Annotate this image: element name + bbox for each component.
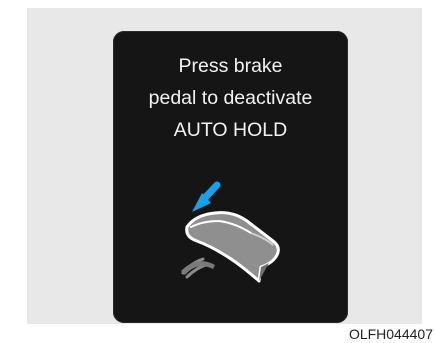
cluster-display: Press brake pedal to deactivate AUTO HOL… (113, 31, 348, 323)
foot-on-brake-pedal-icon (181, 181, 280, 283)
figure-code: OLFH044407 (348, 326, 433, 342)
message-line: Press brake (178, 55, 283, 77)
message-line: AUTO HOLD (173, 119, 288, 141)
message-line: pedal to deactivate (148, 87, 313, 109)
display-message: Press brake pedal to deactivate AUTO HOL… (113, 50, 348, 146)
foot-icon (185, 211, 280, 283)
arrow-icon (192, 181, 221, 212)
